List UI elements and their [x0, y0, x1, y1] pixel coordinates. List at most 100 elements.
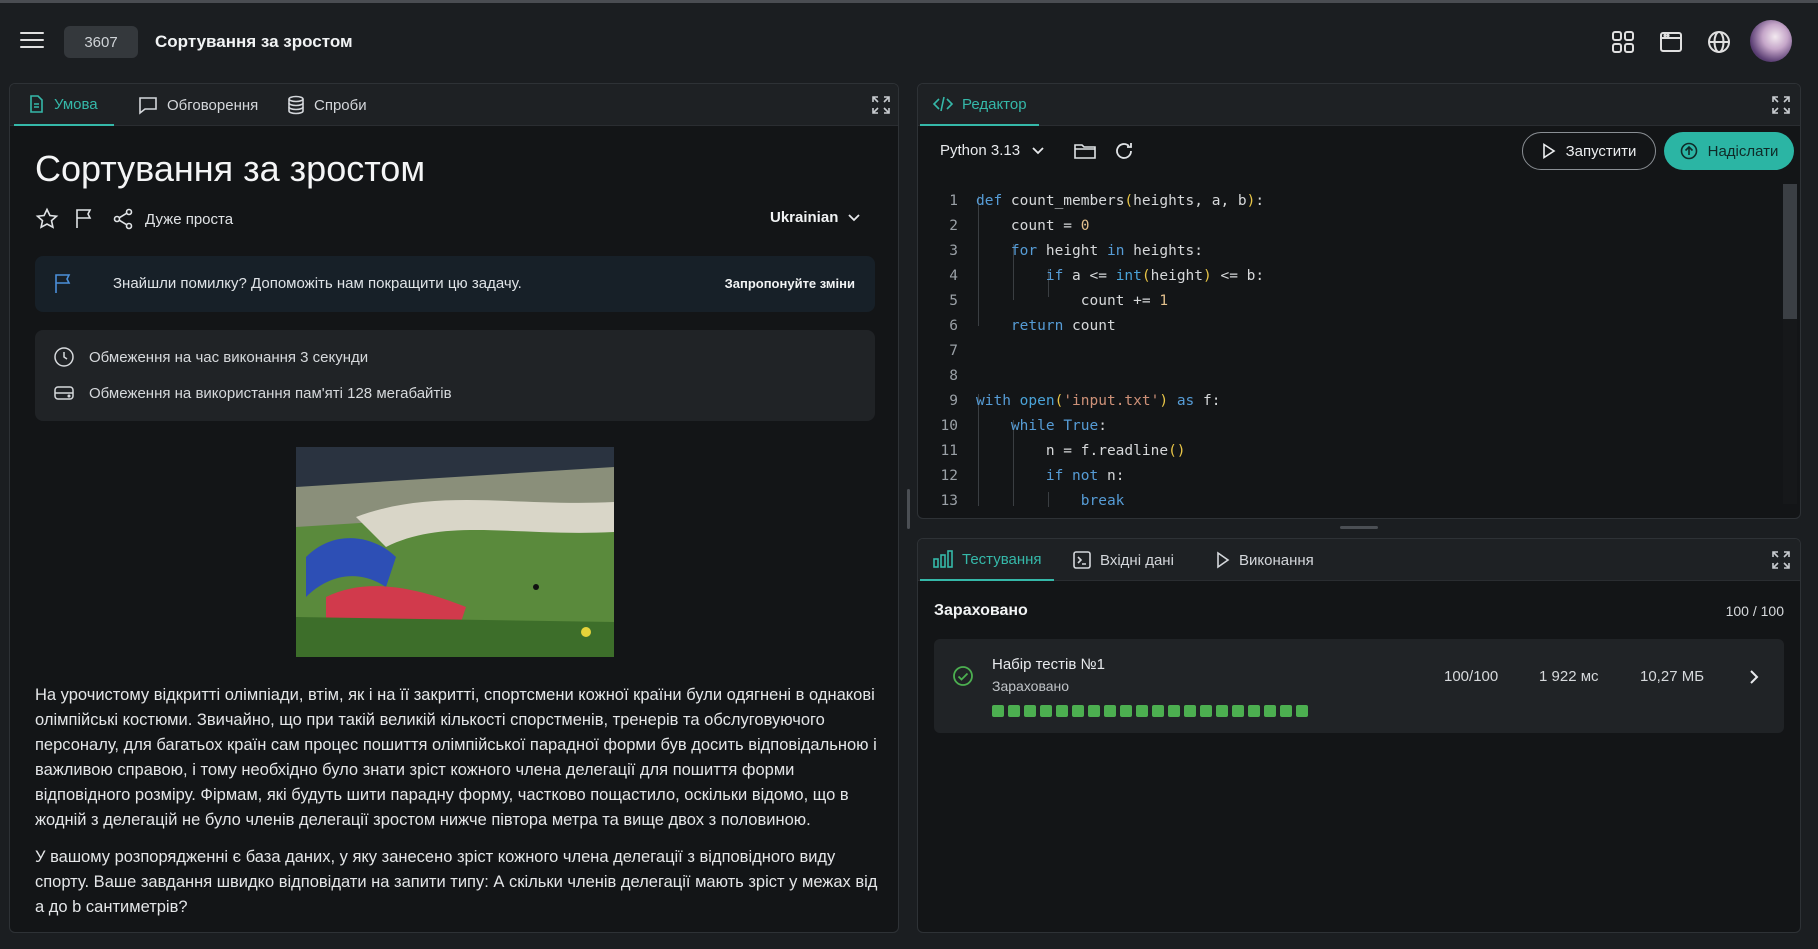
submit-button[interactable]: Надіслати [1664, 132, 1794, 170]
terminal-icon [1073, 551, 1091, 569]
results-tabs: Тестування Вхідні дані Виконання [918, 539, 1800, 581]
chat-icon [139, 97, 157, 115]
user-avatar[interactable] [1750, 20, 1792, 62]
test-set-time: 1 922 мс [1539, 668, 1599, 685]
window-icon[interactable] [1658, 29, 1684, 55]
limits-box: Обмеження на час виконання 3 секунди Обм… [35, 330, 875, 421]
editor-panel: Редактор Python 3.13 Запустити Надіслати… [917, 83, 1801, 519]
suggest-changes-link[interactable]: Запропонуйте зміни [725, 276, 855, 291]
flag-icon[interactable] [73, 207, 97, 231]
expand-icon[interactable] [870, 94, 892, 116]
globe-icon[interactable] [1706, 29, 1732, 55]
test-pass-marker [1088, 705, 1100, 717]
memory-limit: Обмеження на використання пам'яті 128 ме… [53, 382, 452, 404]
share-icon[interactable] [111, 207, 135, 231]
scroll-thumb[interactable] [1783, 184, 1797, 319]
problem-actions: Дуже проста [35, 206, 233, 232]
tab-discussion[interactable]: Обговорення [125, 84, 270, 126]
problem-panel: Умова Обговорення Спроби Сортування за з… [9, 83, 899, 933]
storage-icon [54, 386, 74, 400]
star-icon[interactable] [35, 207, 59, 231]
test-pass-marker [1008, 705, 1020, 717]
memory-limit-text: Обмеження на використання пам'яті 128 ме… [89, 384, 452, 402]
test-pass-marker [1296, 705, 1308, 717]
tab-label: Обговорення [167, 96, 259, 114]
statement-paragraph: У вашому розпорядженні є база даних, у я… [35, 848, 878, 916]
test-pass-marker [1280, 705, 1292, 717]
document-icon [30, 95, 43, 113]
test-pass-marker [1072, 705, 1084, 717]
problem-id-badge: 3607 [64, 26, 138, 58]
tab-testing[interactable]: Тестування [920, 539, 1054, 581]
tab-editor[interactable]: Редактор [920, 84, 1039, 126]
top-bar: 3607 Сортування за зростом [0, 3, 1818, 81]
play-icon [1542, 143, 1556, 159]
expand-icon[interactable] [1770, 549, 1792, 571]
test-pass-marker [1232, 705, 1244, 717]
test-set-status: Зараховано [992, 678, 1070, 694]
bug-report-text: Знайшли помилку? Допоможіть нам покращит… [113, 275, 522, 292]
test-results-bar [992, 705, 1308, 717]
problem-tabs: Умова Обговорення Спроби [10, 84, 898, 126]
chevron-down-icon [1032, 146, 1044, 154]
code-icon [932, 96, 954, 112]
expand-icon[interactable] [1770, 94, 1792, 116]
bar-chart-icon [933, 550, 953, 568]
time-limit: Обмеження на час виконання 3 секунди [53, 346, 368, 368]
clock-icon [54, 347, 74, 367]
test-set-name: Набір тестів №1 [992, 656, 1105, 673]
language-select[interactable]: Ukrainian [770, 209, 860, 226]
tab-label: Редактор [962, 95, 1027, 113]
language-value: Python 3.13 [940, 142, 1021, 159]
result-status: Зараховано [934, 602, 1028, 619]
chevron-right-icon[interactable] [1749, 669, 1759, 685]
test-pass-marker [1104, 705, 1116, 717]
editor-tabs: Редактор [918, 84, 1800, 126]
code-editor[interactable]: 1 def count_members(heights, a, b): 2 cou… [918, 184, 1780, 507]
test-pass-marker [1136, 705, 1148, 717]
difficulty-label: Дуже проста [145, 210, 234, 228]
language-value: Ukrainian [770, 209, 839, 226]
check-circle-icon [953, 666, 973, 686]
vertical-resize-handle[interactable] [907, 489, 910, 529]
test-pass-marker [1120, 705, 1132, 717]
test-pass-marker [1152, 705, 1164, 717]
test-pass-marker [1024, 705, 1036, 717]
results-panel: Тестування Вхідні дані Виконання Зарахов… [917, 538, 1801, 933]
test-pass-marker [1216, 705, 1228, 717]
hamburger-menu-icon[interactable] [20, 32, 44, 52]
submit-label: Надіслати [1707, 142, 1779, 160]
statement-paragraph: На урочистому відкритті олімпіади, втім,… [35, 686, 877, 829]
tab-execution[interactable]: Виконання [1203, 539, 1326, 581]
tab-statement[interactable]: Умова [14, 84, 114, 126]
test-pass-marker [1184, 705, 1196, 717]
run-button[interactable]: Запустити [1522, 132, 1656, 170]
tab-attempts[interactable]: Спроби [274, 84, 379, 126]
test-set-row[interactable]: Набір тестів №1 Зараховано 100/100 1 922… [934, 639, 1784, 733]
test-pass-marker [992, 705, 1004, 717]
play-icon [1217, 551, 1230, 569]
test-pass-marker [1248, 705, 1260, 717]
tab-input-data[interactable]: Вхідні дані [1060, 539, 1186, 581]
chevron-down-icon [848, 213, 860, 221]
total-score: 100 / 100 [1725, 603, 1784, 619]
tab-label: Виконання [1239, 551, 1314, 569]
horizontal-resize-handle[interactable] [1340, 526, 1378, 529]
tab-label: Спроби [314, 96, 367, 114]
time-limit-text: Обмеження на час виконання 3 секунди [89, 348, 369, 366]
tab-label: Вхідні дані [1100, 551, 1174, 569]
refresh-icon[interactable] [1112, 139, 1136, 163]
test-pass-marker [1056, 705, 1068, 717]
problem-title: Сортування за зростом [35, 148, 426, 189]
flag-icon [55, 274, 71, 293]
grid-apps-icon[interactable] [1610, 29, 1636, 55]
language-dropdown[interactable]: Python 3.13 [940, 142, 1044, 159]
test-pass-marker [1264, 705, 1276, 717]
test-set-memory: 10,27 МБ [1640, 668, 1705, 685]
test-pass-marker [1200, 705, 1212, 717]
database-icon [288, 95, 304, 115]
folder-icon[interactable] [1073, 139, 1097, 163]
run-label: Запустити [1565, 142, 1637, 160]
bug-report-banner: Знайшли помилку? Допоможіть нам покращит… [35, 256, 875, 312]
editor-scrollbar[interactable] [1783, 184, 1797, 504]
